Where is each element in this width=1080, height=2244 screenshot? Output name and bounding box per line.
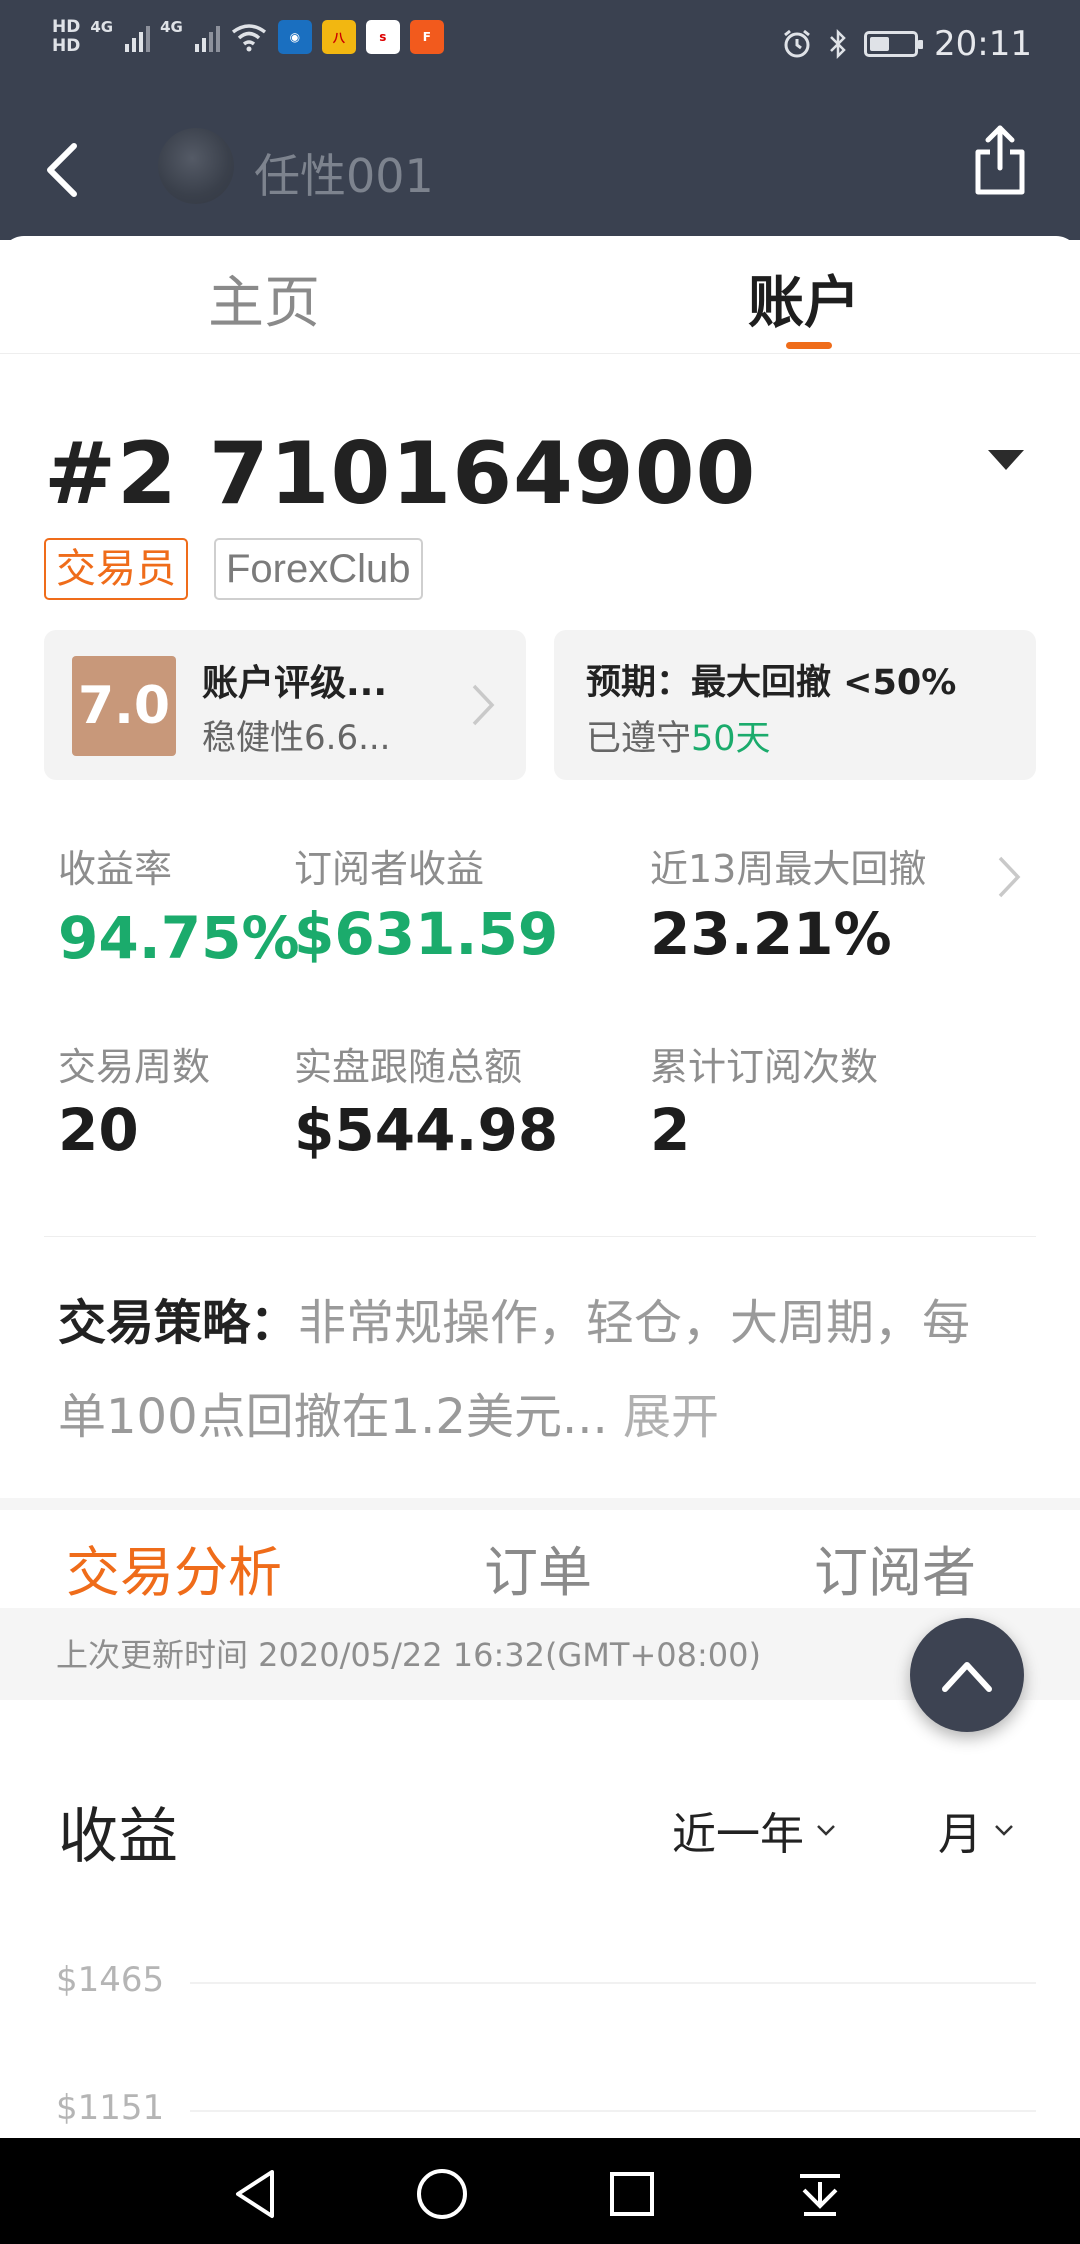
chevron-down-icon — [817, 1825, 835, 1836]
nav-recents-icon[interactable] — [602, 2164, 662, 2224]
period-filter-label: 月 — [938, 1809, 982, 1860]
drawdown-label: 近13周最大回撤 — [650, 847, 927, 891]
signal-icon-1 — [125, 22, 151, 52]
chevron-down-icon — [995, 1825, 1013, 1836]
y-tick-label: $1151 — [56, 2088, 165, 2128]
account-dropdown-icon[interactable] — [988, 450, 1024, 470]
range-filter[interactable]: 近一年 — [672, 1798, 836, 1862]
f-app-icon: F — [409, 20, 444, 54]
kept-days: 50天 — [691, 719, 771, 759]
back-button[interactable] — [36, 138, 96, 202]
content-sheet: 主页 账户 #2 710164900 交易员 ForexClub 7.0 账户评… — [0, 236, 1080, 2136]
last-update-text: 上次更新时间 2020/05/22 16:32(GMT+08:00) — [56, 1636, 761, 1674]
nav-notification-pull-icon[interactable] — [790, 2164, 850, 2224]
sim-indicators: HD HD — [52, 18, 80, 56]
gridline — [190, 2110, 1036, 2112]
expectation-card[interactable]: 预期：最大回撤 <50% 已遵守50天 — [554, 630, 1036, 780]
clock: 20:11 — [934, 24, 1032, 64]
hd-indicator-2: HD — [52, 36, 81, 56]
expectation-status: 已遵守50天 — [586, 710, 771, 761]
alarm-icon — [784, 29, 810, 58]
subscriber-profit-value: $631.59 — [294, 900, 559, 968]
broker-badge: ForexClub — [214, 538, 423, 600]
y-tick-label: $1465 — [56, 1960, 165, 2000]
news-app-icon: 八 — [321, 20, 356, 54]
tab-subscribers[interactable]: 订阅者 — [814, 1528, 976, 1607]
strategy-label: 交易策略： — [58, 1295, 299, 1351]
follow-amount-label: 实盘跟随总额 — [294, 1045, 523, 1089]
sina-app-icon: s — [365, 20, 400, 54]
rating-subtitle: 稳健性6.6... — [202, 718, 391, 758]
active-tab-indicator — [786, 342, 832, 349]
signal-icon-2 — [194, 22, 220, 52]
rating-card[interactable]: 7.0 账户评级... 稳健性6.6... — [44, 630, 526, 780]
kept-prefix: 已遵守 — [586, 719, 692, 759]
network-type-2: 4G — [160, 18, 183, 36]
status-left: HD HD 4G 4G ◉ 八 s F — [52, 18, 444, 56]
status-right: 20:11 — [782, 24, 1032, 64]
account-number: #2 710164900 — [44, 424, 757, 524]
expectation-title: 预期：最大回撤 <50% — [586, 663, 957, 703]
range-filter-label: 近一年 — [672, 1809, 804, 1860]
period-filter[interactable]: 月 — [938, 1798, 1014, 1862]
expand-link[interactable]: 展开 — [623, 1389, 719, 1445]
return-label: 收益率 — [58, 847, 173, 891]
system-nav-bar — [0, 2138, 1080, 2244]
nav-home-icon[interactable] — [412, 2164, 472, 2224]
status-bar: HD HD 4G 4G ◉ 八 s F 20:11 — [0, 0, 1080, 100]
subscription-count-value: 2 — [650, 1096, 691, 1164]
tab-orders[interactable]: 订单 — [484, 1528, 592, 1607]
avatar[interactable] — [158, 128, 234, 204]
battery-icon — [864, 31, 924, 57]
subscription-count-label: 累计订阅次数 — [650, 1045, 879, 1089]
profile-header: 任性001 — [0, 100, 1080, 240]
analysis-tabs: 交易分析 订单 订阅者 — [0, 1498, 1080, 1618]
main-tabs: 主页 账户 — [0, 236, 1080, 354]
share-button[interactable] — [968, 122, 1032, 198]
trading-weeks-value: 20 — [58, 1096, 139, 1164]
hd-indicator-1: HD — [52, 17, 81, 37]
tab-trade-analysis[interactable]: 交易分析 — [66, 1528, 282, 1607]
chevron-up-icon — [942, 1662, 992, 1692]
trading-weeks-label: 交易周数 — [58, 1045, 211, 1089]
follow-amount-value: $544.98 — [294, 1096, 559, 1164]
return-value: 94.75% — [58, 904, 300, 972]
nav-back-icon[interactable] — [226, 2164, 286, 2224]
trader-nickname: 任性001 — [254, 149, 434, 203]
network-type-1: 4G — [90, 18, 114, 36]
battery-level — [870, 37, 889, 51]
rating-score: 7.0 — [72, 656, 176, 756]
chevron-right-icon[interactable] — [996, 854, 1022, 900]
scroll-to-top-button[interactable] — [910, 1618, 1024, 1732]
gridline — [190, 1982, 1036, 1984]
subscriber-profit-label: 订阅者收益 — [294, 847, 485, 891]
divider — [44, 1236, 1036, 1237]
trader-badge: 交易员 — [44, 538, 188, 600]
globe-app-icon: ◉ — [277, 20, 312, 54]
wifi-icon — [231, 24, 266, 52]
tab-home[interactable]: 主页 — [208, 258, 320, 339]
drawdown-value: 23.21% — [650, 900, 892, 968]
strategy-description: 交易策略：非常规操作，轻仓，大周期，每单100点回撤在1.2美元... 展开 — [58, 1276, 1018, 1464]
rating-title: 账户评级... — [202, 663, 388, 704]
chart-title: 收益 — [58, 1802, 178, 1872]
bluetooth-icon — [830, 28, 846, 60]
tab-account[interactable]: 账户 — [748, 258, 860, 339]
chevron-right-icon — [472, 684, 495, 726]
